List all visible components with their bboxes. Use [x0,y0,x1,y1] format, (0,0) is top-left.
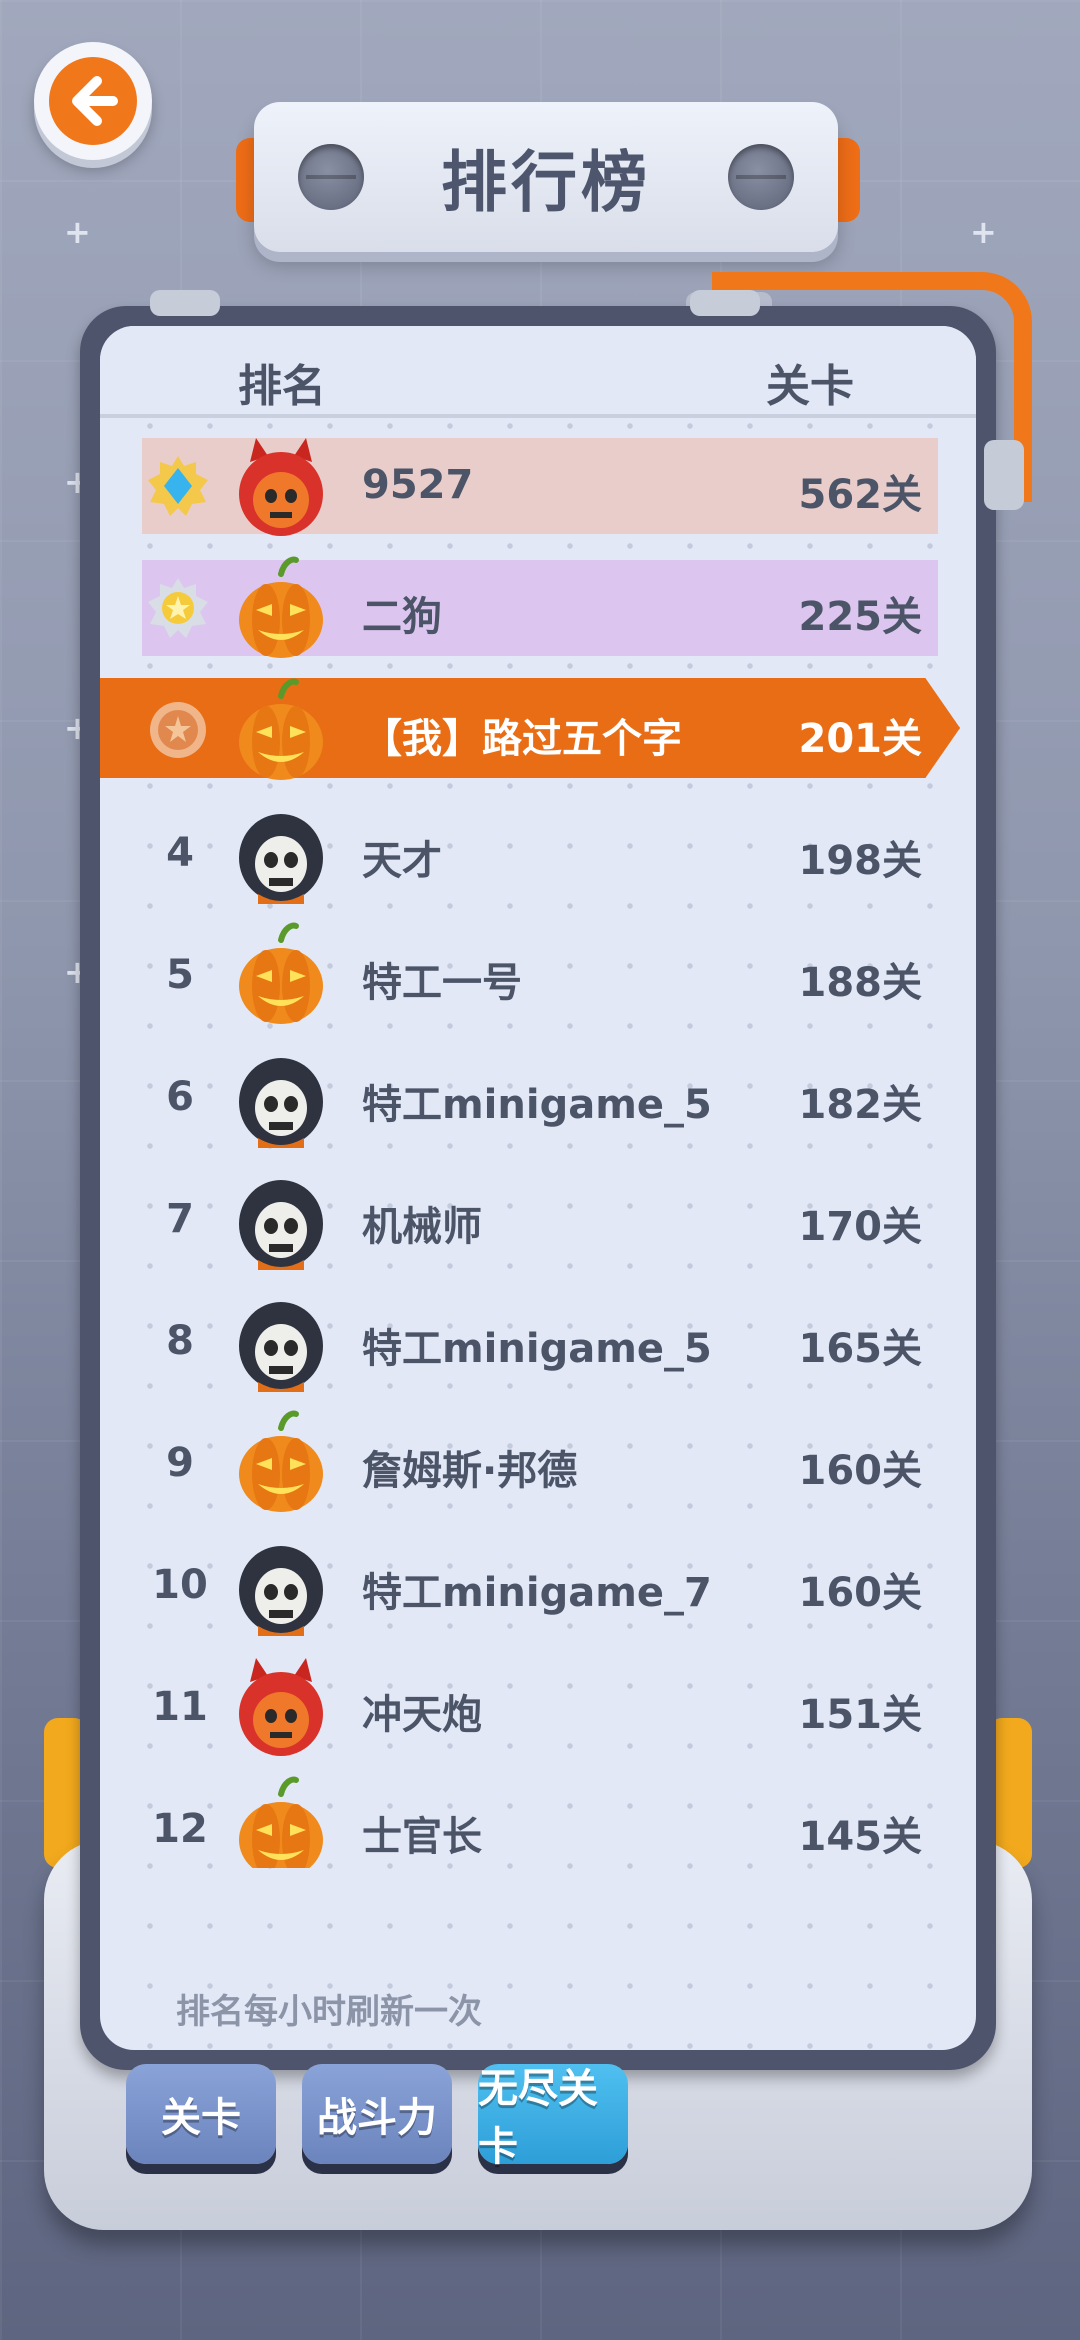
level-column-header: 关卡 [766,361,854,412]
player-level-score: 160关 [798,1448,923,1494]
skull-avatar-icon [236,1286,326,1396]
frame-nub [150,290,220,316]
player-level-score: 160关 [798,1570,923,1616]
player-level-score: 198关 [798,838,923,884]
tab-endless-level[interactable]: 无尽关卡 [478,2064,628,2170]
leaderboard-list[interactable]: 9527 562关二狗 225关【我】路过五个字 201关 4 天才 198关 5 特工一号 18… [100,426,976,1868]
leaderboard-row: 9 詹姆斯·邦德 160关 [100,1402,976,1524]
player-name: 天才 [362,838,442,884]
player-level-score: 182关 [798,1082,923,1128]
player-level-score: 145关 [798,1814,923,1860]
leaderboard-row: 10 特工minigame_7 160关 [100,1524,976,1646]
screw-icon [298,144,364,210]
rank-number: 12 [152,1806,208,1852]
rank-number: 6 [166,1074,194,1120]
player-name: 9527 [362,462,474,508]
leaderboard-panel: 排名 关卡 9527 562关二狗 225关【我】路过五个字 201关 4 天才 198关 5… [100,326,976,2050]
red-devil-avatar-icon [236,1652,326,1762]
player-name: 特工minigame_5 [362,1326,712,1372]
leaderboard-row: 二狗 225关 [100,548,976,670]
player-name: 机械师 [362,1204,482,1250]
rank-number: 7 [166,1196,194,1242]
player-name: 【我】路过五个字 [362,716,682,762]
screw-icon [728,144,794,210]
pumpkin-avatar-icon [236,1774,326,1868]
player-name: 特工一号 [362,960,522,1006]
rank-number: 10 [152,1562,208,1608]
rank-number: 8 [166,1318,194,1364]
skull-avatar-icon [236,1164,326,1274]
gold-star-medal-icon [146,576,210,640]
player-level-score: 165关 [798,1326,923,1372]
player-level-score: 151关 [798,1692,923,1738]
back-arrow-icon [72,76,118,126]
skull-avatar-icon [236,798,326,908]
rank-number: 11 [152,1684,208,1730]
pumpkin-avatar-icon [236,554,326,664]
player-name: 冲天炮 [362,1692,482,1738]
leaderboard-row: 8 特工minigame_5 165关 [100,1280,976,1402]
player-name: 特工minigame_5 [362,1082,712,1128]
leaderboard-header: 排名 关卡 [100,326,976,418]
pumpkin-avatar-icon [236,1408,326,1518]
leaderboard-row: 12 士官长 145关 [100,1768,976,1868]
player-level-score: 201关 [798,716,923,762]
player-name: 詹姆斯·邦德 [362,1448,578,1494]
skull-avatar-icon [236,1042,326,1152]
decor-plus: + [970,213,997,251]
player-level-score: 170关 [798,1204,923,1250]
rank-number: 5 [166,952,194,998]
bronze-star-medal-icon [146,698,210,762]
tab-label: 关卡 [161,2095,241,2141]
pumpkin-avatar-icon [236,676,326,786]
leaderboard-row: 6 特工minigame_5 182关 [100,1036,976,1158]
player-level-score: 188关 [798,960,923,1006]
pumpkin-avatar-icon [236,920,326,1030]
player-name: 士官长 [362,1814,482,1860]
tab-label: 战斗力 [317,2095,437,2141]
back-button[interactable] [34,42,152,160]
diamond-medal-icon [146,454,210,518]
skull-avatar-icon [236,1530,326,1640]
tab-combat-power[interactable]: 战斗力 [302,2064,452,2164]
leaderboard-row: 5 特工一号 188关 [100,914,976,1036]
frame-nub [690,290,760,316]
rank-number: 4 [166,830,194,876]
leaderboard-row: 11 冲天炮 151关 [100,1646,976,1768]
player-level-score: 562关 [798,472,923,518]
tab-label: 无尽关卡 [478,2066,598,2170]
leaderboard-row: 9527 562关 [100,426,976,548]
rank-column-header: 排名 [238,361,326,412]
my-rank-row: 【我】路过五个字 201关 [100,670,976,792]
rank-number: 9 [166,1440,194,1486]
leaderboard-row: 7 机械师 170关 [100,1158,976,1280]
player-level-score: 225关 [798,594,923,640]
decor-pipe-cap [984,440,1024,510]
tab-level[interactable]: 关卡 [126,2064,276,2164]
red-devil-avatar-icon [236,432,326,542]
leaderboard-row: 4 天才 198关 [100,792,976,914]
decor-plus: + [64,213,91,251]
page-title: 排行榜 [441,144,651,221]
title-plate: 排行榜 [254,102,838,252]
refresh-note: 排名每小时刷新一次 [176,1992,482,2032]
player-name: 特工minigame_7 [362,1570,712,1616]
player-name: 二狗 [362,594,442,640]
